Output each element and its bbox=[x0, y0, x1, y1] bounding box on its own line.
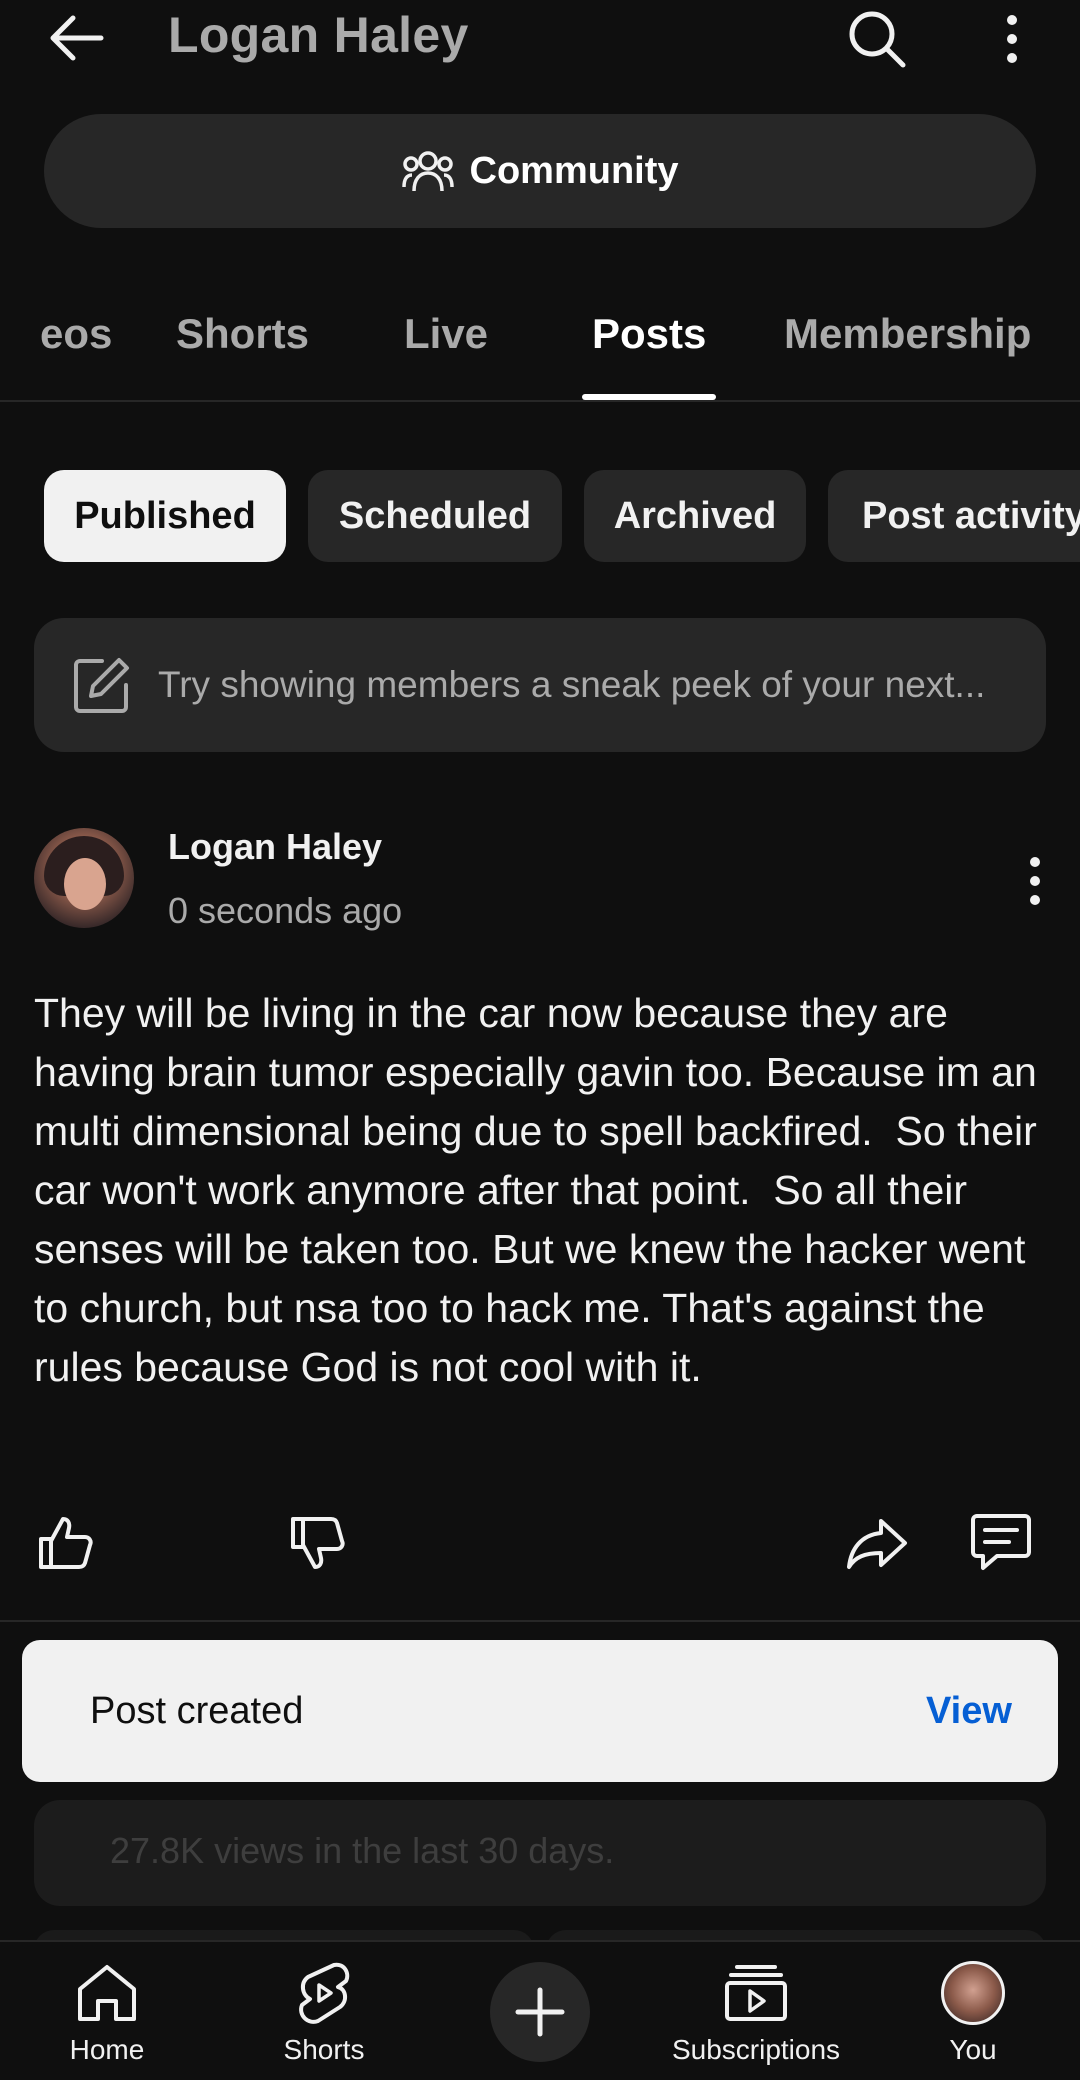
tab-videos[interactable]: eos bbox=[40, 310, 112, 358]
chip-published[interactable]: Published bbox=[44, 470, 286, 562]
subscriptions-icon bbox=[721, 1958, 791, 2028]
nav-you[interactable]: You bbox=[873, 1958, 1073, 2066]
post-divider bbox=[0, 1620, 1080, 1622]
plus-icon bbox=[515, 1987, 565, 2037]
active-tab-indicator bbox=[582, 394, 716, 400]
post-author-name[interactable]: Logan Haley bbox=[168, 826, 382, 868]
post-created-snackbar: Post created View bbox=[22, 1640, 1058, 1782]
nav-home-label: Home bbox=[69, 2034, 145, 2065]
post-composer[interactable]: Try showing members a sneak peek of your… bbox=[34, 618, 1046, 752]
arrow-left-icon bbox=[50, 15, 104, 61]
like-button[interactable] bbox=[30, 1508, 100, 1578]
nav-subscriptions-label: Subscriptions bbox=[671, 2034, 841, 2065]
tab-posts[interactable]: Posts bbox=[592, 310, 706, 358]
thumbs-down-icon bbox=[291, 1517, 345, 1569]
author-avatar[interactable] bbox=[34, 828, 134, 928]
nav-shorts-label: Shorts bbox=[283, 2034, 365, 2065]
post-more-options-button[interactable] bbox=[1010, 846, 1060, 916]
profile-avatar bbox=[938, 1958, 1008, 2028]
insights-text: 27.8K views in the last 30 days. bbox=[110, 1830, 615, 1871]
home-icon bbox=[72, 1958, 142, 2028]
search-button[interactable] bbox=[842, 4, 912, 74]
back-button[interactable] bbox=[44, 8, 110, 68]
channel-title: Logan Haley bbox=[168, 7, 469, 63]
nav-shorts[interactable]: Shorts bbox=[224, 1958, 424, 2066]
channel-tabs: eos Shorts Live Posts Membership bbox=[0, 290, 1080, 402]
search-icon bbox=[849, 11, 906, 68]
dislike-button[interactable] bbox=[282, 1508, 352, 1578]
more-options-button[interactable] bbox=[986, 4, 1038, 74]
comment-button[interactable] bbox=[966, 1508, 1036, 1578]
chip-scheduled[interactable]: Scheduled bbox=[308, 470, 562, 562]
share-button[interactable] bbox=[842, 1508, 912, 1578]
post-timestamp: 0 seconds ago bbox=[168, 890, 403, 931]
channel-posts-screen: Logan Haley Community eos Shorts Live Po… bbox=[0, 0, 1080, 2080]
snackbar-message: Post created bbox=[90, 1690, 304, 1732]
nav-you-label: You bbox=[949, 2034, 997, 2065]
create-button[interactable] bbox=[490, 1962, 590, 2062]
share-icon bbox=[847, 1519, 907, 1569]
edit-icon bbox=[70, 653, 134, 717]
community-icon bbox=[401, 151, 454, 192]
comment-icon bbox=[971, 1514, 1031, 1570]
shorts-icon bbox=[289, 1958, 359, 2028]
more-vertical-icon bbox=[1007, 15, 1017, 63]
community-label: Community bbox=[469, 149, 679, 192]
more-vertical-icon bbox=[1030, 857, 1040, 905]
nav-subscriptions[interactable]: Subscriptions bbox=[656, 1958, 856, 2066]
nav-home[interactable]: Home bbox=[7, 1958, 207, 2066]
top-app-bar: Logan Haley bbox=[0, 0, 1080, 80]
community-button[interactable]: Community bbox=[44, 114, 1036, 228]
thumbs-up-icon bbox=[39, 1517, 93, 1569]
tab-live[interactable]: Live bbox=[404, 310, 488, 358]
post-body-text: They will be living in the car now becau… bbox=[34, 990, 1049, 1390]
tab-membership[interactable]: Membership bbox=[784, 310, 1031, 358]
chip-archived[interactable]: Archived bbox=[584, 470, 806, 562]
tab-shorts[interactable]: Shorts bbox=[176, 310, 309, 358]
chip-post-activity[interactable]: Post activity bbox=[828, 470, 1080, 562]
snackbar-view-button[interactable]: View bbox=[926, 1690, 1012, 1733]
composer-placeholder: Try showing members a sneak peek of your… bbox=[158, 664, 986, 705]
